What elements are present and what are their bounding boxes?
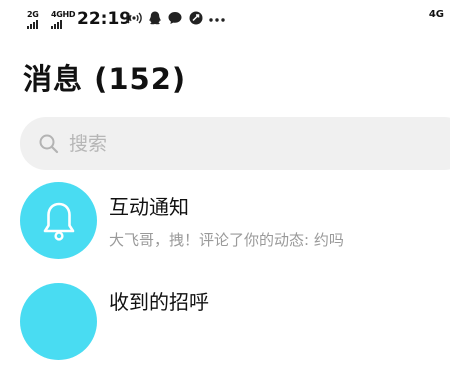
avatar: [20, 283, 97, 360]
signal-bars-icon: [27, 20, 38, 29]
avatar: [20, 182, 97, 259]
page-title: 消息 (152): [23, 62, 187, 96]
sim1-signal: 2G: [27, 10, 47, 29]
clock: 22:19: [77, 9, 132, 29]
search-bar[interactable]: 搜索: [20, 117, 450, 170]
signal-bars-icon: [51, 20, 62, 29]
message-item-interaction[interactable]: 互动通知 大飞哥，拽！评论了你的动态: 约吗: [0, 182, 450, 272]
hotspot-icon: [126, 10, 142, 30]
more-dots-icon: [208, 12, 226, 31]
message-title: 互动通知: [109, 195, 189, 219]
sim1-label: 2G: [27, 10, 39, 19]
app-icon: [188, 10, 204, 30]
sim2-label: 4GHD: [51, 10, 76, 19]
bell-icon: [42, 200, 76, 246]
chat-icon: [167, 10, 183, 30]
search-placeholder: 搜索: [69, 133, 108, 155]
status-bar: 2G 4GHD 22:19 4G: [0, 0, 450, 36]
message-preview: 大飞哥，拽！评论了你的动态: 约吗: [109, 231, 344, 249]
message-title: 收到的招呼: [109, 290, 209, 314]
search-icon: [38, 133, 59, 158]
qq-icon: [147, 10, 163, 30]
network-indicator: 4G: [428, 9, 444, 20]
sim2-signal: 4GHD: [51, 10, 76, 29]
message-item-greetings[interactable]: 收到的招呼: [0, 283, 450, 373]
